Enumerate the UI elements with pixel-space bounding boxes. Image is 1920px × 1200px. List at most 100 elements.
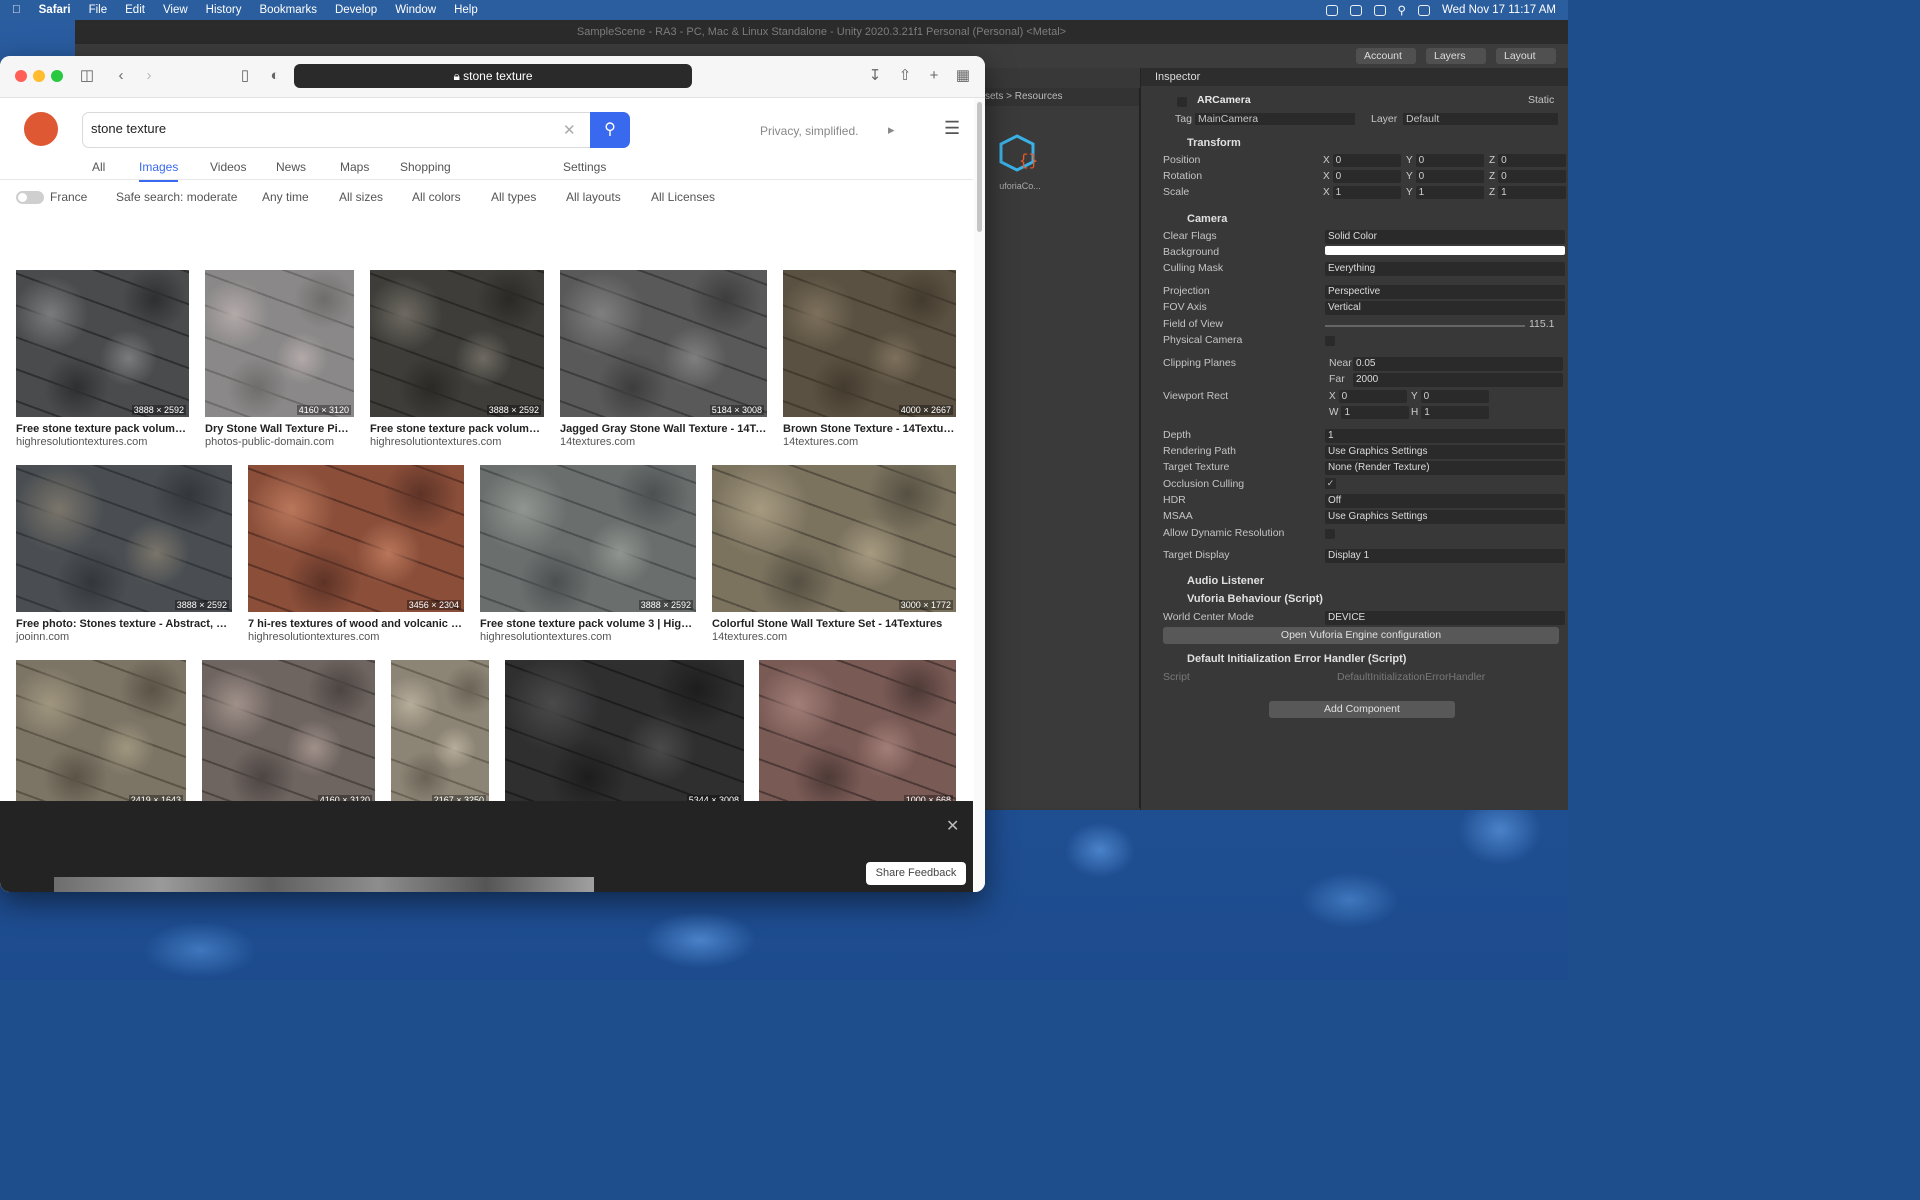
tab-images[interactable]: Images bbox=[139, 160, 179, 182]
privacy-menu[interactable]: Privacy, simplified. bbox=[760, 124, 858, 138]
menu-history[interactable]: History bbox=[206, 4, 242, 16]
wifi-icon[interactable] bbox=[1349, 4, 1362, 16]
fov-slider[interactable] bbox=[1325, 325, 1525, 327]
scale-x[interactable]: 1 bbox=[1332, 186, 1401, 199]
new-tab-icon[interactable]: + bbox=[925, 67, 943, 85]
filter-time[interactable]: Any time bbox=[262, 190, 309, 204]
result-source[interactable]: highresolutiontextures.com bbox=[370, 436, 501, 448]
tab-overview-icon[interactable]: ▦ bbox=[954, 67, 972, 85]
downloads-icon[interactable]: ↧ bbox=[866, 67, 884, 85]
tab-news[interactable]: News bbox=[276, 160, 306, 174]
fov-axis-dropdown[interactable]: Vertical bbox=[1325, 301, 1565, 315]
result-source[interactable]: 14textures.com bbox=[783, 436, 858, 448]
image-result-card[interactable]: 3888 × 2592 Free stone texture pack volum… bbox=[480, 465, 696, 647]
static-toggle[interactable]: Static bbox=[1528, 94, 1554, 106]
close-banner-icon[interactable]: ✕ bbox=[946, 816, 959, 836]
result-title[interactable]: 7 hi-res textures of wood and volcanic s… bbox=[248, 618, 464, 630]
target-texture-field[interactable]: None (Render Texture) bbox=[1325, 461, 1565, 475]
menu-view[interactable]: View bbox=[163, 4, 188, 16]
result-source[interactable]: photos-public-domain.com bbox=[205, 436, 334, 448]
result-thumbnail[interactable]: 3888 × 2592 bbox=[370, 270, 544, 417]
clear-search-icon[interactable]: ✕ bbox=[563, 121, 576, 139]
tag-dropdown[interactable]: MainCamera bbox=[1195, 113, 1355, 125]
result-thumbnail[interactable]: 5184 × 3008 bbox=[560, 270, 767, 417]
page-scrollbar[interactable] bbox=[974, 98, 985, 892]
minimize-window-button[interactable] bbox=[33, 70, 45, 82]
account-dropdown[interactable]: Account bbox=[1356, 48, 1416, 64]
settings-dropdown[interactable]: Settings bbox=[563, 160, 606, 174]
image-result-card[interactable]: 3888 × 2592 Free photo: Stones texture - … bbox=[16, 465, 232, 647]
search-button[interactable]: ⚲ bbox=[590, 112, 630, 148]
image-result-card[interactable]: 3456 × 2304 7 hi-res textures of wood and… bbox=[248, 465, 464, 647]
result-title[interactable]: Free stone texture pack volume 3 |... bbox=[370, 423, 544, 435]
physical-camera-checkbox[interactable] bbox=[1325, 336, 1335, 346]
layout-dropdown[interactable]: Layout bbox=[1496, 48, 1556, 64]
battery-icon[interactable] bbox=[1373, 4, 1386, 16]
depth-field[interactable]: 1 bbox=[1325, 429, 1565, 443]
result-title[interactable]: Brown Stone Texture - 14Textures bbox=[783, 423, 956, 435]
layer-dropdown[interactable]: Default bbox=[1403, 113, 1558, 125]
add-component-button[interactable]: Add Component bbox=[1269, 701, 1455, 718]
result-source[interactable]: 14textures.com bbox=[712, 631, 787, 643]
tab-shopping[interactable]: Shopping bbox=[400, 160, 451, 174]
result-title[interactable]: Free stone texture pack volume 3 |... bbox=[16, 423, 189, 435]
open-vuforia-config-button[interactable]: Open Vuforia Engine configuration bbox=[1163, 627, 1559, 644]
position-x[interactable]: 0 bbox=[1332, 154, 1401, 167]
image-result-card[interactable]: 3888 × 2592 Free stone texture pack volum… bbox=[370, 270, 544, 452]
position-y[interactable]: 0 bbox=[1415, 154, 1484, 167]
result-thumbnail[interactable]: 3456 × 2304 bbox=[248, 465, 464, 612]
result-thumbnail[interactable]: 4160 × 3120 bbox=[202, 660, 375, 807]
layers-dropdown[interactable]: Layers bbox=[1426, 48, 1486, 64]
fov-value[interactable]: 115.1 bbox=[1529, 318, 1555, 330]
apple-icon[interactable]:  bbox=[12, 4, 21, 16]
image-result-card[interactable]: 3000 × 1772 Colorful Stone Wall Texture S… bbox=[712, 465, 956, 647]
tab-videos[interactable]: Videos bbox=[210, 160, 246, 174]
share-feedback-button[interactable]: Share Feedback bbox=[866, 862, 966, 885]
menu-file[interactable]: File bbox=[89, 4, 108, 16]
image-result-card[interactable]: 5184 × 3008 Jagged Gray Stone Wall Textur… bbox=[560, 270, 767, 452]
far-field[interactable]: 2000 bbox=[1353, 373, 1563, 387]
result-thumbnail[interactable]: 2167 × 3250 bbox=[391, 660, 489, 807]
culling-mask-dropdown[interactable]: Everything bbox=[1325, 262, 1565, 276]
object-name[interactable]: ARCamera bbox=[1197, 94, 1251, 106]
prefab-asset-icon[interactable]: {} bbox=[997, 133, 1037, 173]
result-title[interactable]: Free stone texture pack volume 3 | High … bbox=[480, 618, 696, 630]
hdr-dropdown[interactable]: Off bbox=[1325, 494, 1565, 508]
tab-all[interactable]: All bbox=[92, 160, 105, 174]
rotation-z[interactable]: 0 bbox=[1498, 170, 1567, 183]
result-thumbnail[interactable]: 3888 × 2592 bbox=[480, 465, 696, 612]
filter-safe-search[interactable]: Safe search: moderate bbox=[116, 190, 237, 204]
privacy-report-icon[interactable]: ▯ bbox=[236, 67, 254, 85]
image-result-card[interactable]: 4160 × 3120 Dry Stone Wall Texture Pictur… bbox=[205, 270, 354, 452]
error-handler-header[interactable]: Default Initialization Error Handler (Sc… bbox=[1141, 650, 1568, 668]
clear-flags-dropdown[interactable]: Solid Color bbox=[1325, 230, 1565, 244]
close-window-button[interactable] bbox=[15, 70, 27, 82]
inspector-tab[interactable]: Inspector bbox=[1141, 68, 1568, 86]
project-breadcrumb[interactable]: sets > Resources bbox=[985, 88, 1139, 106]
result-thumbnail[interactable]: 5344 × 3008 bbox=[505, 660, 744, 807]
megaphone-icon[interactable]: ▸ bbox=[888, 122, 895, 138]
zoom-window-button[interactable] bbox=[51, 70, 63, 82]
menu-app-name[interactable]: Safari bbox=[39, 4, 71, 16]
filter-size[interactable]: All sizes bbox=[339, 190, 383, 204]
search-icon[interactable]: ⚲ bbox=[1398, 3, 1406, 17]
filter-type[interactable]: All types bbox=[491, 190, 536, 204]
filter-layout[interactable]: All layouts bbox=[566, 190, 621, 204]
forward-icon[interactable]: › bbox=[140, 67, 158, 85]
result-thumbnail[interactable]: 3888 × 2592 bbox=[16, 465, 232, 612]
result-source[interactable]: 14textures.com bbox=[560, 436, 635, 448]
menu-help[interactable]: Help bbox=[454, 4, 478, 16]
viewport-h[interactable]: 1 bbox=[1421, 406, 1490, 419]
result-source[interactable]: highresolutiontextures.com bbox=[480, 631, 611, 643]
scale-y[interactable]: 1 bbox=[1415, 186, 1484, 199]
control-center-icon[interactable] bbox=[1417, 4, 1430, 16]
scrollbar-thumb[interactable] bbox=[977, 102, 982, 232]
result-thumbnail[interactable]: 1000 × 668 bbox=[759, 660, 956, 807]
near-field[interactable]: 0.05 bbox=[1353, 357, 1563, 371]
dynamic-resolution-checkbox[interactable] bbox=[1325, 529, 1335, 539]
viewport-x[interactable]: 0 bbox=[1338, 390, 1407, 403]
audio-listener-header[interactable]: Audio Listener bbox=[1141, 572, 1568, 590]
sidebar-icon[interactable]: ◫ bbox=[78, 67, 96, 85]
transform-header[interactable]: Transform bbox=[1141, 134, 1568, 152]
menu-bookmarks[interactable]: Bookmarks bbox=[259, 4, 317, 16]
